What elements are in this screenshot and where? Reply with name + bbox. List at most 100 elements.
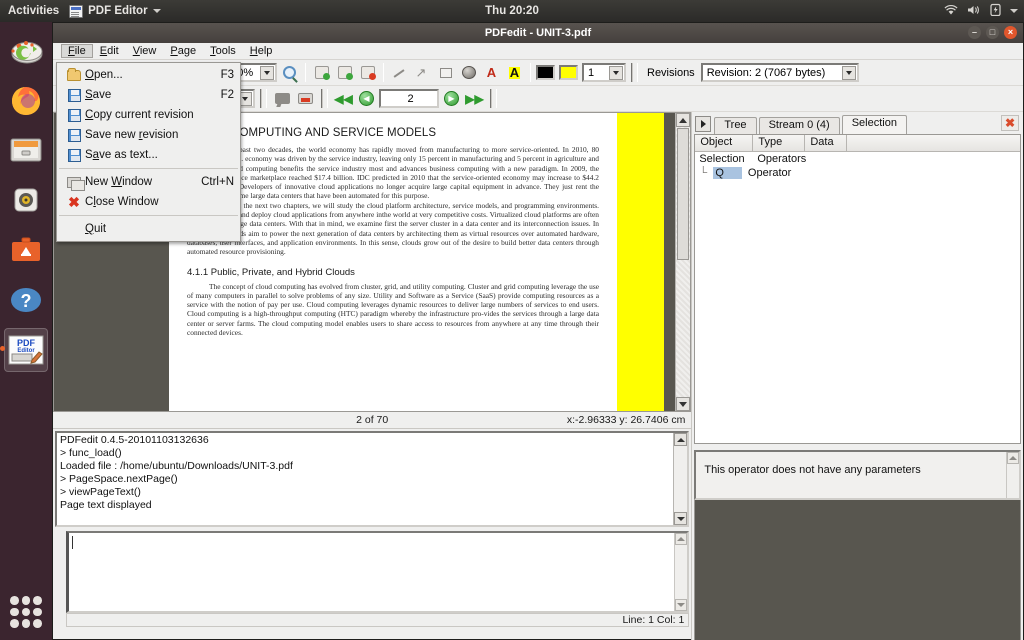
close-tab-icon[interactable]: ✖ — [1001, 115, 1019, 131]
last-page-icon[interactable]: ▶▶ — [464, 88, 485, 109]
append-page-icon[interactable] — [334, 62, 355, 83]
menu-file[interactable]: File — [61, 44, 93, 58]
right-panel: Tree Stream 0 (4) Selection ✖ Object Typ… — [692, 112, 1023, 640]
activities-button[interactable]: Activities — [0, 5, 69, 17]
menu-item-save-as-text[interactable]: Save as text... — [57, 145, 240, 165]
dock-item-disk-usage-analyzer[interactable] — [4, 28, 48, 72]
menu-view[interactable]: View — [126, 44, 164, 58]
scroll-up-button[interactable] — [675, 533, 687, 545]
close-button[interactable]: × — [1004, 26, 1017, 39]
menu-help[interactable]: Help — [243, 44, 280, 58]
foreground-color-swatch[interactable] — [536, 65, 555, 80]
revision-combo[interactable]: Revision: 2 (7067 bytes) — [701, 63, 859, 82]
dock-item-pdf-editor[interactable]: PDF Editor — [4, 328, 48, 372]
object-tree-panel[interactable]: Object Type Data Selection Operators └ Q… — [694, 134, 1021, 444]
menu-item-accel: F2 — [211, 89, 234, 101]
text-color-icon[interactable] — [295, 88, 316, 109]
console-output[interactable]: PDFedit 0.4.5-20101103132636 > func_load… — [55, 431, 689, 527]
menu-page[interactable]: Page — [163, 44, 203, 58]
tree-col-object[interactable]: Object — [695, 135, 753, 151]
menu-item-save-new-revision[interactable]: Save new revision — [57, 125, 240, 145]
console-line: > func_load() — [60, 447, 684, 460]
scroll-down-button[interactable] — [674, 512, 687, 525]
menu-item-open[interactable]: Open... F3 — [57, 65, 240, 85]
page-vertical-scrollbar[interactable] — [675, 113, 690, 411]
system-tray[interactable] — [944, 3, 1018, 19]
menu-item-new-window[interactable]: New Window Ctrl+N — [57, 172, 240, 192]
line-width-value: 1 — [588, 67, 594, 79]
dock-item-firefox[interactable] — [4, 78, 48, 122]
tree-row[interactable]: └ Q Operator — [695, 166, 1020, 180]
new-window-icon — [63, 177, 85, 188]
line-width-combo[interactable]: 1 — [582, 63, 626, 82]
scroll-down-button[interactable] — [675, 599, 687, 611]
tree-col-type[interactable]: Type — [753, 135, 805, 151]
chevron-down-icon[interactable] — [842, 66, 856, 80]
dock-item-files[interactable] — [4, 128, 48, 172]
menu-edit[interactable]: Edit — [93, 44, 126, 58]
minimize-button[interactable]: – — [968, 26, 981, 39]
menu-tools[interactable]: Tools — [203, 44, 243, 58]
toolbar-grip[interactable] — [321, 89, 328, 108]
rect-tool-icon[interactable] — [435, 62, 456, 83]
params-vertical-scrollbar[interactable] — [1006, 452, 1019, 498]
line-tool-icon[interactable] — [389, 62, 410, 83]
menu-item-close-window[interactable]: ✖ Close Window — [57, 192, 240, 212]
tree-col-data[interactable]: Data — [805, 135, 847, 151]
grid-dot — [10, 596, 19, 605]
first-page-icon[interactable]: ◀◀ — [333, 88, 354, 109]
command-input[interactable] — [66, 531, 689, 613]
stamp-tool-icon[interactable] — [458, 62, 479, 83]
volume-icon — [967, 4, 981, 19]
dock-item-software-center[interactable] — [4, 228, 48, 272]
page-number-value: 2 — [407, 93, 413, 105]
menu-item-copy-current-revision[interactable]: Copy current revision — [57, 105, 240, 125]
console-vertical-scrollbar[interactable] — [673, 433, 687, 525]
file-menu-popup[interactable]: Open... F3 Save F2 Copy current revision… — [56, 62, 241, 242]
red-A-icon[interactable]: A — [481, 62, 502, 83]
tab-selection[interactable]: Selection — [842, 115, 907, 134]
expand-arrow-icon[interactable] — [695, 116, 711, 132]
highlight-A-icon[interactable]: A — [504, 62, 525, 83]
scroll-up-button[interactable] — [676, 113, 690, 127]
page-status-bar: 2 of 70 x:-2.96333 y: 26.7406 cm — [53, 412, 691, 429]
toolbar-grip[interactable] — [260, 89, 267, 108]
tab-tree[interactable]: Tree — [714, 117, 756, 134]
delete-page-icon[interactable] — [357, 62, 378, 83]
grid-dot — [22, 596, 31, 605]
show-applications-button[interactable] — [10, 596, 42, 628]
maximize-button[interactable]: □ — [986, 26, 999, 39]
insert-page-icon[interactable] — [311, 62, 332, 83]
toolbar-grip[interactable] — [490, 89, 497, 108]
chevron-down-icon[interactable] — [609, 66, 623, 80]
save-icon — [63, 129, 85, 142]
window-title-bar[interactable]: PDFedit - UNIT-3.pdf – □ × — [53, 23, 1023, 43]
background-color-swatch[interactable] — [559, 65, 578, 80]
arrow-tool-icon[interactable]: ↗ — [412, 62, 433, 83]
page-number-input[interactable]: 2 — [379, 89, 439, 108]
previous-page-icon[interactable]: ◀ — [356, 88, 377, 109]
toolbar-grip[interactable] — [631, 63, 638, 82]
scroll-thumb[interactable] — [677, 128, 689, 260]
scroll-down-button[interactable] — [676, 397, 690, 411]
operator-params-panel: This operator does not have any paramete… — [694, 450, 1021, 500]
tray-chevron-down-icon[interactable] — [1010, 9, 1018, 13]
app-menu-button[interactable]: PDF Editor — [69, 5, 160, 18]
tab-stream[interactable]: Stream 0 (4) — [759, 117, 840, 134]
dock-item-rhythmbox[interactable] — [4, 178, 48, 222]
dock-item-help[interactable]: ? — [4, 278, 48, 322]
chevron-down-icon[interactable] — [260, 66, 274, 80]
zoom-in-icon[interactable] — [279, 62, 300, 83]
text-operator-icon[interactable] — [272, 88, 293, 109]
tree-expander-icon[interactable]: └ — [699, 167, 713, 179]
menu-item-quit[interactable]: Quit — [57, 219, 240, 239]
menu-item-save[interactable]: Save F2 — [57, 85, 240, 105]
scroll-up-button[interactable] — [674, 433, 687, 446]
window-controls: – □ × — [968, 26, 1017, 39]
tree-row[interactable]: Selection Operators — [695, 152, 1020, 166]
command-vertical-scrollbar[interactable] — [674, 533, 687, 611]
next-page-icon[interactable]: ▶ — [441, 88, 462, 109]
scroll-up-button[interactable] — [1007, 452, 1019, 464]
launcher-dock: ? PDF Editor — [0, 22, 52, 640]
menu-item-label: Close Window — [85, 196, 224, 208]
